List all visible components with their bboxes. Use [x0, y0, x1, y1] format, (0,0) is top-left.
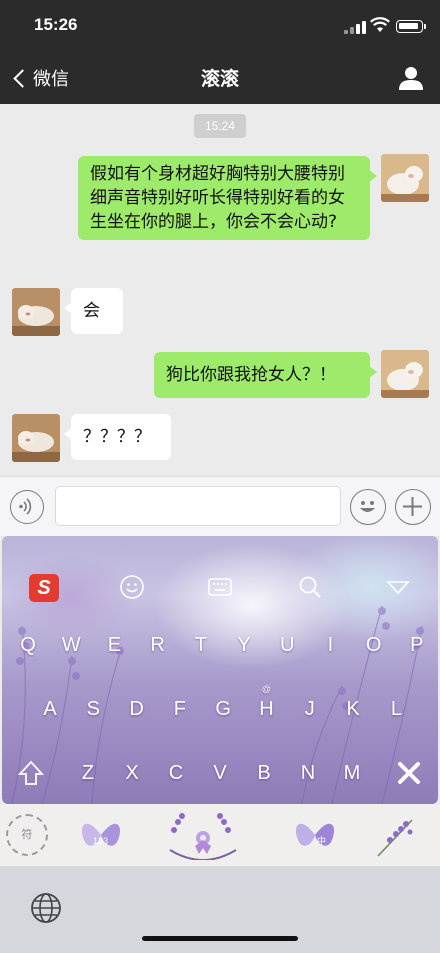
butterfly-icon[interactable]: 123 [76, 810, 126, 860]
key-s[interactable]: S [75, 692, 111, 726]
soft-keyboard: S Q W E R T Y U I O P A S D F G H @ J K L Z X C V B N M [2, 536, 438, 804]
key-c[interactable]: C [158, 756, 194, 790]
key-q[interactable]: Q [10, 628, 46, 662]
smiley-icon [360, 501, 375, 512]
key-a[interactable]: A [32, 692, 68, 726]
message-input[interactable] [55, 486, 341, 526]
system-bottom-bar [0, 866, 440, 953]
globe-icon[interactable] [30, 892, 62, 924]
delete-key-icon[interactable] [394, 758, 424, 788]
lavender-sprig-icon[interactable] [370, 810, 420, 860]
key-m[interactable]: M [334, 756, 370, 790]
key-p[interactable]: P [399, 628, 435, 662]
profile-icon[interactable] [398, 66, 424, 90]
butterfly-label-left: 123 [93, 836, 108, 846]
key-y[interactable]: Y [226, 628, 262, 662]
key-e[interactable]: E [96, 628, 132, 662]
key-j[interactable]: J [292, 692, 328, 726]
key-u[interactable]: U [269, 628, 305, 662]
key-h[interactable]: H @ [249, 684, 285, 726]
sticker-bar: 符 123 中 [0, 804, 440, 866]
collapse-keyboard-icon[interactable] [385, 574, 411, 600]
message-timestamp: 15:24 [194, 114, 246, 138]
key-r[interactable]: R [140, 628, 176, 662]
voice-input-button[interactable] [10, 490, 44, 524]
chat-title: 滚滚 [200, 68, 239, 90]
my-avatar[interactable] [381, 154, 429, 202]
emoji-icon[interactable] [119, 574, 145, 600]
stamp-sticker[interactable]: 符 [6, 814, 48, 856]
message-bubble-received[interactable]: 会 [64, 288, 123, 334]
status-bar: 15:26 [0, 0, 440, 52]
key-f[interactable]: F [162, 692, 198, 726]
contact-avatar[interactable] [12, 414, 60, 462]
butterfly-icon[interactable]: 中 [290, 810, 340, 860]
emoji-button[interactable] [350, 489, 386, 525]
more-actions-button[interactable] [395, 489, 431, 525]
chat-input-bar [0, 476, 440, 536]
voice-wave-icon [19, 498, 32, 515]
key-v[interactable]: V [202, 756, 238, 790]
wifi-icon [370, 17, 390, 32]
key-t[interactable]: T [183, 628, 219, 662]
key-b[interactable]: B [246, 756, 282, 790]
key-d[interactable]: D [119, 692, 155, 726]
status-time: 15:26 [34, 15, 78, 34]
butterfly-label-right: 中 [317, 835, 326, 847]
key-k[interactable]: K [335, 692, 371, 726]
keyboard-icon[interactable] [207, 574, 233, 600]
sogou-logo[interactable]: S [29, 574, 59, 602]
message-bubble-received[interactable]: ？？？？ [64, 414, 171, 460]
contact-avatar[interactable] [12, 288, 60, 336]
key-n[interactable]: N [290, 756, 326, 790]
top-bar: 15:26 微信 滚滚 [0, 0, 440, 104]
cellular-signal-icon [344, 20, 366, 34]
chat-area[interactable]: 15:24 假如有个身材超好胸特别大腰特别细声音特别好听长得特别好看的女生坐在你… [0, 104, 440, 476]
search-icon[interactable] [297, 574, 323, 600]
message-bubble-sent[interactable]: 假如有个身材超好胸特别大腰特别细声音特别好听长得特别好看的女生坐在你的腿上，你会… [78, 156, 377, 240]
my-avatar[interactable] [381, 350, 429, 398]
plus-icon [403, 497, 422, 516]
battery-icon [396, 20, 426, 33]
key-l[interactable]: L [378, 692, 414, 726]
key-i[interactable]: I [312, 628, 348, 662]
lavender-wreath-icon[interactable] [160, 810, 246, 860]
key-o[interactable]: O [356, 628, 392, 662]
key-x[interactable]: X [114, 756, 150, 790]
message-bubble-sent[interactable]: 狗比你跟我抢女人？！ [154, 352, 377, 398]
key-w[interactable]: W [53, 628, 89, 662]
shift-key-icon[interactable] [16, 758, 46, 788]
home-indicator[interactable] [142, 936, 298, 941]
key-z[interactable]: Z [70, 756, 106, 790]
key-g[interactable]: G [205, 692, 241, 726]
